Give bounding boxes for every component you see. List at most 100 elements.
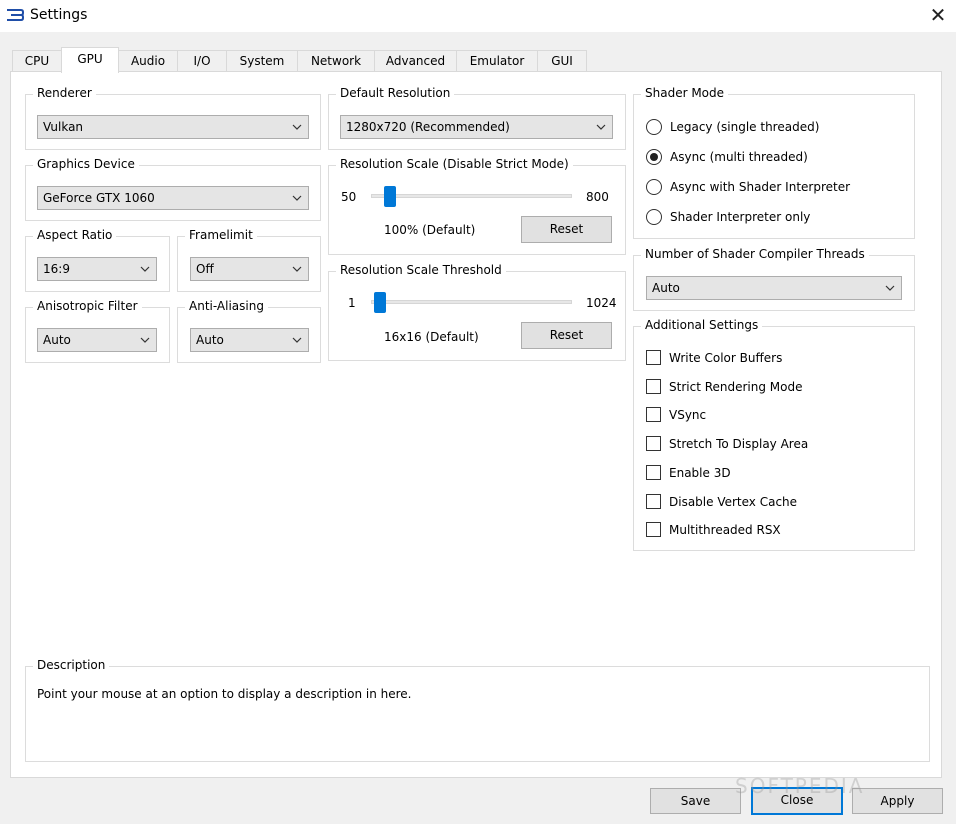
checkbox-stretch-to-display[interactable] xyxy=(646,436,661,451)
resolution-threshold-min: 1 xyxy=(348,296,356,310)
tab-cpu[interactable]: CPU xyxy=(12,50,62,72)
shader-mode-label-interpreter-only[interactable]: Shader Interpreter only xyxy=(670,210,810,224)
resolution-scale-title: Resolution Scale (Disable Strict Mode) xyxy=(336,157,573,171)
resolution-scale-reset-button[interactable]: Reset xyxy=(521,216,612,243)
tab-gpu[interactable]: GPU xyxy=(61,47,119,73)
resolution-scale-max: 800 xyxy=(586,190,609,204)
description-text: Point your mouse at an option to display… xyxy=(37,687,412,701)
chevron-down-icon xyxy=(292,337,302,343)
tab-advanced[interactable]: Advanced xyxy=(374,50,457,72)
resolution-threshold-reset-button[interactable]: Reset xyxy=(521,322,612,349)
checkbox-vsync[interactable] xyxy=(646,407,661,422)
anisotropic-filter-select[interactable]: Auto xyxy=(37,328,157,352)
aspect-ratio-select[interactable]: 16:9 xyxy=(37,257,157,281)
shader-threads-value: Auto xyxy=(652,281,680,295)
anisotropic-filter-title: Anisotropic Filter xyxy=(33,299,142,313)
resolution-threshold-track[interactable] xyxy=(371,300,572,304)
aspect-ratio-group: Aspect Ratio 16:9 xyxy=(25,228,170,292)
chevron-down-icon xyxy=(292,195,302,201)
checkbox-multithreaded-rsx[interactable] xyxy=(646,522,661,537)
label-strict-rendering-mode[interactable]: Strict Rendering Mode xyxy=(669,380,803,394)
default-resolution-select[interactable]: 1280x720 (Recommended) xyxy=(340,115,613,139)
tab-emulator[interactable]: Emulator xyxy=(456,50,538,72)
graphics-device-select[interactable]: GeForce GTX 1060 xyxy=(37,186,309,210)
framelimit-value: Off xyxy=(196,262,214,276)
close-window-icon[interactable]: ✕ xyxy=(924,0,952,30)
resolution-scale-min: 50 xyxy=(341,190,357,204)
resolution-scale-slider[interactable] xyxy=(384,186,397,207)
chevron-down-icon xyxy=(292,124,302,130)
framelimit-group: Framelimit Off xyxy=(177,228,321,292)
label-vsync[interactable]: VSync xyxy=(669,408,706,422)
tab-system[interactable]: System xyxy=(226,50,298,72)
label-stretch-to-display[interactable]: Stretch To Display Area xyxy=(669,437,808,451)
shader-mode-label-async[interactable]: Async (multi threaded) xyxy=(670,150,808,164)
default-resolution-group: Default Resolution 1280x720 (Recommended… xyxy=(328,86,626,150)
additional-settings-group: Additional Settings Write Color Buffers … xyxy=(633,318,915,551)
resolution-threshold-max: 1024 xyxy=(586,296,617,310)
apply-button[interactable]: Apply xyxy=(852,788,943,814)
anti-aliasing-select[interactable]: Auto xyxy=(190,328,309,352)
shader-threads-select[interactable]: Auto xyxy=(646,276,902,300)
framelimit-select[interactable]: Off xyxy=(190,257,309,281)
label-write-color-buffers[interactable]: Write Color Buffers xyxy=(669,351,782,365)
gpu-settings-panel: Renderer Vulkan Graphics Device GeForce … xyxy=(10,71,942,778)
label-enable-3d[interactable]: Enable 3D xyxy=(669,466,731,480)
checkbox-disable-vertex-cache[interactable] xyxy=(646,494,661,509)
shader-threads-title: Number of Shader Compiler Threads xyxy=(641,247,869,261)
anti-aliasing-group: Anti-Aliasing Auto xyxy=(177,299,321,363)
label-disable-vertex-cache[interactable]: Disable Vertex Cache xyxy=(669,495,797,509)
graphics-device-title: Graphics Device xyxy=(33,157,139,171)
chevron-down-icon xyxy=(885,285,895,291)
chevron-down-icon xyxy=(292,266,302,272)
shader-mode-radio-interpreter-only[interactable] xyxy=(646,209,662,225)
anti-aliasing-title: Anti-Aliasing xyxy=(185,299,268,313)
chevron-down-icon xyxy=(140,266,150,272)
anisotropic-filter-group: Anisotropic Filter Auto xyxy=(25,299,170,363)
checkbox-enable-3d[interactable] xyxy=(646,465,661,480)
resolution-threshold-group: Resolution Scale Threshold 1 1024 16x16 … xyxy=(328,263,626,361)
window-title: Settings xyxy=(30,7,88,23)
aspect-ratio-title: Aspect Ratio xyxy=(33,228,117,242)
tab-gui[interactable]: GUI xyxy=(537,50,587,72)
framelimit-title: Framelimit xyxy=(185,228,257,242)
label-multithreaded-rsx[interactable]: Multithreaded RSX xyxy=(669,523,781,537)
shader-mode-label-legacy[interactable]: Legacy (single threaded) xyxy=(670,120,819,134)
title-bar: Settings ✕ xyxy=(0,0,956,32)
renderer-title: Renderer xyxy=(33,86,96,100)
default-resolution-title: Default Resolution xyxy=(336,86,455,100)
checkbox-strict-rendering-mode[interactable] xyxy=(646,379,661,394)
resolution-threshold-title: Resolution Scale Threshold xyxy=(336,263,506,277)
resolution-threshold-value: 16x16 (Default) xyxy=(384,330,479,344)
additional-settings-title: Additional Settings xyxy=(641,318,763,332)
shader-mode-radio-async-interpreter[interactable] xyxy=(646,179,662,195)
resolution-threshold-slider[interactable] xyxy=(373,292,386,313)
graphics-device-group: Graphics Device GeForce GTX 1060 xyxy=(25,157,321,221)
description-title: Description xyxy=(33,658,110,672)
shader-mode-title: Shader Mode xyxy=(641,86,729,100)
tab-io[interactable]: I/O xyxy=(177,50,227,72)
renderer-group: Renderer Vulkan xyxy=(25,86,321,150)
shader-mode-label-async-interpreter[interactable]: Async with Shader Interpreter xyxy=(670,180,850,194)
softpedia-watermark: SOFTPEDIA xyxy=(735,774,865,798)
shader-mode-radio-legacy[interactable] xyxy=(646,119,662,135)
default-resolution-value: 1280x720 (Recommended) xyxy=(346,120,510,134)
tab-audio[interactable]: Audio xyxy=(118,50,178,72)
save-button[interactable]: Save xyxy=(650,788,741,814)
chevron-down-icon xyxy=(596,124,606,130)
graphics-device-value: GeForce GTX 1060 xyxy=(43,191,155,205)
shader-mode-group: Shader Mode Legacy (single threaded) Asy… xyxy=(633,86,915,239)
aspect-ratio-value: 16:9 xyxy=(43,262,70,276)
resolution-scale-group: Resolution Scale (Disable Strict Mode) 5… xyxy=(328,157,626,255)
radio-dot-icon xyxy=(650,153,658,161)
renderer-select[interactable]: Vulkan xyxy=(37,115,309,139)
resolution-scale-track[interactable] xyxy=(371,194,572,198)
checkbox-write-color-buffers[interactable] xyxy=(646,350,661,365)
description-group: Description Point your mouse at an optio… xyxy=(25,658,930,762)
anisotropic-filter-value: Auto xyxy=(43,333,71,347)
renderer-value: Vulkan xyxy=(43,120,84,134)
shader-mode-radio-async[interactable] xyxy=(646,149,662,165)
anti-aliasing-value: Auto xyxy=(196,333,224,347)
shader-threads-group: Number of Shader Compiler Threads Auto xyxy=(633,247,915,311)
tab-network[interactable]: Network xyxy=(297,50,375,72)
